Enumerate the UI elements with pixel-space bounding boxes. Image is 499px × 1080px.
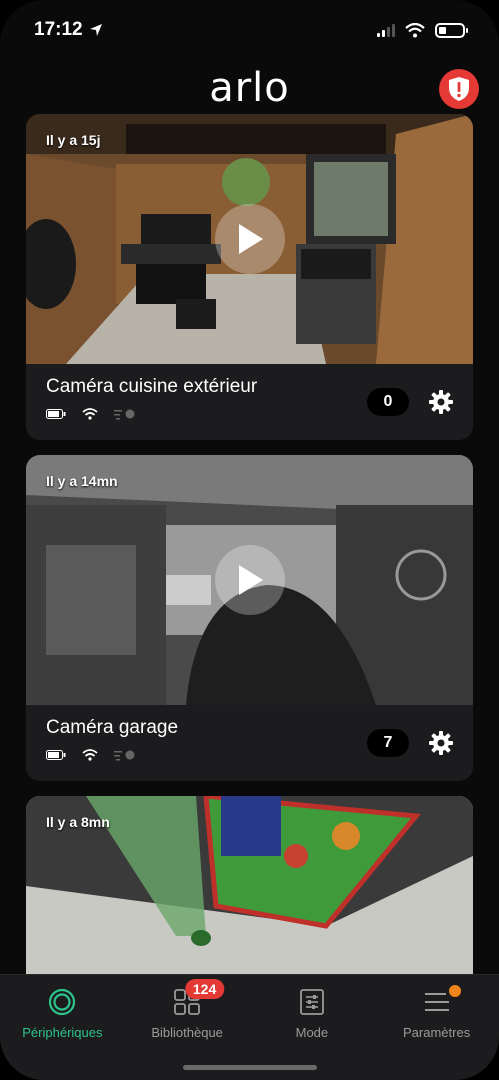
tab-label: Mode	[295, 1025, 329, 1040]
devices-ring-icon	[49, 988, 76, 1016]
last-update-label: Il y a 15j	[46, 132, 101, 148]
status-time: 17:12	[34, 19, 103, 41]
wifi-icon	[405, 22, 425, 37]
battery-level	[439, 26, 446, 34]
play-icon	[238, 565, 263, 595]
status-icons	[377, 22, 468, 38]
security-alert-button[interactable]	[439, 69, 479, 109]
event-count-badge[interactable]: 0	[367, 388, 409, 416]
wifi-status-icon	[82, 749, 98, 761]
home-indicator	[182, 1065, 317, 1070]
tab-label: Paramètres	[403, 1025, 471, 1040]
camera-card[interactable]: Il y a 14mn Caméra garage 7	[26, 455, 473, 781]
camera-card[interactable]: Il y a 15j Caméra cuisine extérieur 0	[26, 114, 473, 440]
battery-status-icon	[46, 409, 66, 419]
tab-peripheriques[interactable]: Périphériques	[0, 975, 125, 1080]
last-update-label: Il y a 14mn	[46, 473, 118, 489]
motion-detection-off-icon	[114, 750, 135, 761]
shield-alert-icon	[449, 77, 469, 101]
play-button[interactable]	[214, 204, 285, 274]
tab-parametres[interactable]: Paramètres	[374, 975, 499, 1080]
battery-icon	[435, 22, 468, 38]
phone-screen: 17:12 arlo Il y a 15j Caméra cuisine ext…	[0, 0, 499, 1080]
status-bar: 17:12	[0, 0, 499, 60]
gear-icon	[429, 731, 453, 755]
app-header: arlo	[0, 60, 499, 116]
library-count-badge: 124	[184, 979, 225, 999]
last-update-label: Il y a 8mn	[46, 814, 110, 830]
event-count-badge[interactable]: 7	[367, 729, 409, 757]
tab-label: Bibliothèque	[151, 1025, 223, 1040]
location-arrow-icon	[89, 24, 102, 36]
cellular-signal-icon	[377, 23, 395, 37]
device-list: Il y a 15j Caméra cuisine extérieur 0 Il…	[0, 114, 499, 974]
play-icon	[238, 224, 263, 254]
settings-menu-icon	[424, 993, 449, 1011]
camera-thumbnail[interactable]: Il y a 8mn	[26, 796, 473, 974]
camera-info: Caméra garage 7	[26, 705, 473, 781]
camera-settings-button[interactable]	[427, 388, 455, 416]
camera-thumbnail[interactable]: Il y a 15j	[26, 114, 473, 364]
motion-detection-off-icon	[114, 409, 135, 420]
clock-text: 17:12	[34, 19, 83, 40]
mode-sliders-icon	[299, 989, 324, 1015]
gear-icon	[429, 390, 453, 414]
tab-label: Périphériques	[22, 1025, 103, 1040]
camera-card[interactable]: Il y a 8mn	[26, 796, 473, 974]
camera-info: Caméra cuisine extérieur 0	[26, 364, 473, 440]
wifi-status-icon	[82, 408, 98, 420]
arlo-logo: arlo	[209, 65, 290, 111]
battery-status-icon	[46, 750, 66, 760]
notification-dot	[449, 985, 462, 997]
camera-thumbnail[interactable]: Il y a 14mn	[26, 455, 473, 705]
play-button[interactable]	[214, 545, 285, 615]
bottom-tab-bar: Périphériques 124 Bibliothèque Mode Para…	[0, 974, 499, 1080]
camera-settings-button[interactable]	[427, 729, 455, 757]
